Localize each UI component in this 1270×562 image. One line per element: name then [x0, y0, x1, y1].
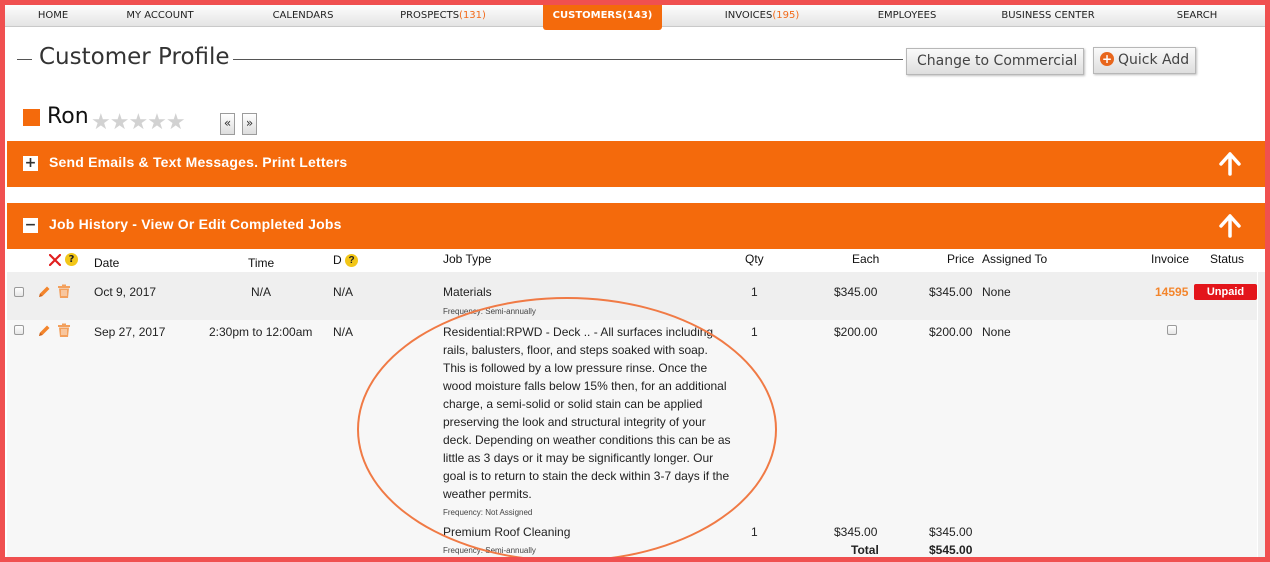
sub-job-price: $345.00	[929, 525, 973, 539]
nav-employees[interactable]: EMPLOYEES	[867, 5, 947, 27]
top-navigation: HOME MY ACCOUNT CALENDARS PROSPECTS(131)…	[5, 5, 1265, 30]
nav-search[interactable]: SEARCH	[1167, 5, 1227, 27]
nav-customers-label: CUSTOMERS	[552, 10, 623, 21]
nav-prospects-count: (131)	[459, 10, 486, 21]
job-frequency: Frequency: Semi-annually	[443, 307, 536, 316]
nav-employees-label: EMPLOYEES	[877, 10, 937, 21]
column-status: Status	[1210, 252, 1245, 266]
messages-section-header[interactable]: + Send Emails & Text Messages. Print Let…	[7, 141, 1265, 187]
nav-prospects-label: PROSPECTS	[400, 10, 460, 21]
pencil-icon[interactable]	[37, 285, 51, 299]
title-rule-right	[233, 59, 903, 60]
job-assigned-to: None	[982, 285, 1011, 299]
nav-search-label: SEARCH	[1176, 10, 1218, 21]
nav-my-account[interactable]: MY ACCOUNT	[117, 5, 203, 27]
nav-prospects[interactable]: PROSPECTS(131)	[397, 5, 489, 27]
column-d: D ?	[333, 253, 359, 267]
job-qty: 1	[751, 285, 758, 299]
messages-section-label: Send Emails & Text Messages. Print Lette…	[49, 154, 348, 170]
job-time: N/A	[251, 285, 272, 299]
quick-add-button[interactable]: + Quick Add	[1093, 47, 1196, 74]
pencil-icon[interactable]	[37, 324, 51, 338]
sub-job-frequency: Frequency: Semi-annually	[443, 546, 536, 555]
nav-invoices-label: INVOICES	[724, 10, 773, 21]
job-qty: 1	[751, 325, 758, 339]
change-to-commercial-button[interactable]: Change to Commercial	[906, 48, 1084, 75]
column-d-label: D	[333, 253, 342, 267]
next-customer-button[interactable]: »	[242, 113, 257, 135]
nav-home-label: HOME	[37, 10, 69, 21]
invoice-link[interactable]: 14595	[1155, 285, 1188, 299]
arrow-up-icon[interactable]	[1219, 214, 1241, 238]
help-icon[interactable]: ?	[345, 254, 359, 267]
help-icon[interactable]: ?	[65, 253, 78, 266]
job-history-section-header[interactable]: − Job History - View Or Edit Completed J…	[7, 203, 1265, 249]
sub-job-type: Premium Roof Cleaning	[443, 525, 571, 539]
job-time: 2:30pm to 12:00am	[209, 325, 313, 339]
job-each: $200.00	[834, 325, 878, 339]
nav-home[interactable]: HOME	[25, 5, 81, 27]
nav-business-center[interactable]: BUSINESS CENTER	[995, 5, 1101, 27]
customer-color-swatch	[23, 109, 40, 126]
nav-calendars-label: CALENDARS	[272, 10, 334, 21]
total-value: $545.00	[929, 543, 973, 557]
customer-name: Ron	[47, 104, 89, 129]
job-date: Oct 9, 2017	[94, 285, 157, 299]
column-qty: Qty	[745, 252, 764, 266]
sub-job-each: $345.00	[834, 525, 878, 539]
nav-business-center-label: BUSINESS CENTER	[1001, 10, 1095, 21]
previous-customer-button[interactable]: «	[220, 113, 235, 135]
column-time: Time	[248, 256, 275, 270]
vertical-scrollbar[interactable]	[1258, 272, 1265, 562]
row-select-checkbox[interactable]	[14, 287, 24, 297]
job-price: $345.00	[929, 285, 973, 299]
trash-icon[interactable]	[57, 323, 71, 338]
collapse-icon[interactable]: −	[23, 218, 38, 233]
title-rule-left	[17, 59, 32, 60]
nav-calendars[interactable]: CALENDARS	[263, 5, 343, 27]
change-to-commercial-label: Change to Commercial	[917, 53, 1078, 69]
nav-invoices[interactable]: INVOICES(195)	[720, 5, 804, 27]
job-date: Sep 27, 2017	[94, 325, 166, 339]
column-price: Price	[947, 252, 975, 266]
invoice-checkbox[interactable]	[1167, 325, 1177, 335]
job-price: $200.00	[929, 325, 973, 339]
row-select-checkbox[interactable]	[14, 325, 24, 335]
nav-my-account-label: MY ACCOUNT	[126, 10, 194, 21]
plus-circle-icon: +	[1100, 52, 1114, 66]
delete-x-icon[interactable]	[49, 254, 61, 266]
job-frequency: Frequency: Not Assigned	[443, 508, 533, 517]
column-assigned-to: Assigned To	[982, 252, 1048, 266]
job-d: N/A	[333, 325, 354, 339]
job-type: Materials	[443, 285, 492, 299]
job-assigned-to: None	[982, 325, 1011, 339]
trash-icon[interactable]	[57, 284, 71, 299]
sub-job-qty: 1	[751, 525, 758, 539]
arrow-up-icon[interactable]	[1219, 152, 1241, 176]
nav-customers[interactable]: CUSTOMERS(143)	[543, 5, 662, 30]
column-job-type: Job Type	[443, 252, 492, 266]
job-description: Residential:RPWD - Deck .. - All surface…	[443, 325, 731, 501]
expand-icon[interactable]: +	[23, 156, 38, 171]
page-title: Customer Profile	[39, 44, 230, 70]
table-row	[7, 272, 1257, 320]
job-history-section-label: Job History - View Or Edit Completed Job…	[49, 216, 342, 232]
nav-invoices-count: (195)	[772, 10, 800, 21]
column-date: Date	[94, 256, 120, 270]
job-each: $345.00	[834, 285, 878, 299]
column-each: Each	[852, 252, 880, 266]
rating-stars[interactable]: ★★★★★	[91, 111, 186, 135]
nav-customers-count: (143)	[622, 10, 653, 21]
status-badge[interactable]: Unpaid	[1194, 284, 1257, 300]
quick-add-label: Quick Add	[1118, 52, 1190, 68]
job-d: N/A	[333, 285, 354, 299]
column-invoice: Invoice	[1151, 252, 1190, 266]
total-label: Total	[851, 543, 879, 557]
